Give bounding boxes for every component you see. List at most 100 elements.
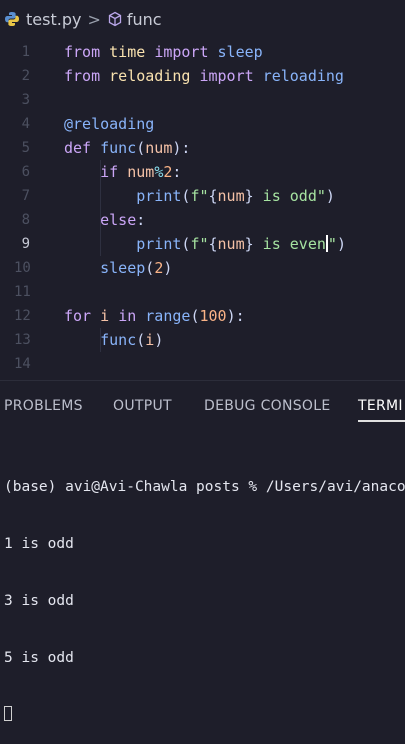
breadcrumb: test.py > func <box>0 0 405 38</box>
line-number: 13 <box>14 332 31 348</box>
code-text: from time import sleep <box>64 40 263 64</box>
breadcrumb-symbol[interactable]: func <box>127 10 162 29</box>
code-token: sleep <box>100 259 146 277</box>
code-text: if num%2: <box>64 160 181 184</box>
breadcrumb-file[interactable]: test.py <box>26 10 81 29</box>
code-line[interactable]: 7 print(f"{num} is odd") <box>0 184 405 208</box>
code-token: : <box>136 211 146 229</box>
code-token: func <box>100 331 137 349</box>
line-number: 6 <box>21 164 30 180</box>
line-number: 2 <box>21 68 30 84</box>
code-token: ): <box>172 139 191 157</box>
tab-output[interactable]: OUTPUT <box>113 398 172 414</box>
code-token: f" <box>190 235 209 253</box>
code-token: is odd" <box>253 187 326 205</box>
code-line[interactable]: 3 <box>0 88 405 112</box>
code-token: ( <box>136 331 146 349</box>
code-token: for <box>64 307 92 325</box>
code-token: : <box>172 163 182 181</box>
panel-tabs: PROBLEMS OUTPUT DEBUG CONSOLE TERMI <box>0 392 405 422</box>
code-token: reloading <box>262 67 344 85</box>
code-token: if <box>100 163 119 181</box>
code-token: i <box>100 307 110 325</box>
code-line[interactable]: 9 print(f"{num} is even ") <box>0 232 405 256</box>
code-line[interactable]: 6 if num%2: <box>0 160 405 184</box>
code-line[interactable]: 13 func(i) <box>0 328 405 352</box>
line-number: 11 <box>14 284 31 300</box>
code-token: % <box>154 163 164 181</box>
line-number: 9 <box>21 236 30 252</box>
code-editor[interactable]: 1 from time import sleep 2 from reloading i… <box>0 40 405 372</box>
code-text: print(f"{num} is even ") <box>64 232 346 256</box>
code-token: time <box>109 43 146 61</box>
terminal[interactable]: (base) avi@Avi-Chawla posts % /Users/avi… <box>4 440 405 744</box>
code-token: sleep <box>217 43 263 61</box>
code-token: num <box>127 163 155 181</box>
code-token: num <box>145 139 173 157</box>
code-token: func <box>100 139 137 157</box>
code-line[interactable]: 8 else: <box>0 208 405 232</box>
code-token: print <box>136 187 182 205</box>
line-number: 3 <box>21 92 30 108</box>
line-number: 4 <box>21 116 30 132</box>
code-token: ) <box>336 235 346 253</box>
code-token: range <box>145 307 191 325</box>
code-text: for i in range(100): <box>64 304 245 328</box>
code-token: ) <box>163 259 173 277</box>
code-token: ( <box>136 139 146 157</box>
code-line[interactable]: 1 from time import sleep <box>0 40 405 64</box>
terminal-output-line: 3 is odd <box>4 593 74 609</box>
line-number: 12 <box>14 308 31 324</box>
code-text: print(f"{num} is odd") <box>64 184 335 208</box>
line-number: 7 <box>21 188 30 204</box>
code-token: def <box>64 139 92 157</box>
code-token: in <box>118 307 137 325</box>
code-token: ( <box>145 259 155 277</box>
code-line[interactable]: 5 def func(num): <box>0 136 405 160</box>
code-token: ) <box>154 331 164 349</box>
code-token: print <box>136 235 182 253</box>
code-token: @reloading <box>64 115 155 133</box>
code-token: ): <box>226 307 245 325</box>
code-text: else: <box>64 208 145 232</box>
terminal-output-line: 1 is odd <box>4 536 74 552</box>
symbol-cube-icon <box>108 11 121 27</box>
code-line[interactable]: 4 @reloading <box>0 112 405 136</box>
tab-terminal[interactable]: TERMI <box>358 398 403 414</box>
code-text: @reloading <box>64 112 154 136</box>
code-line[interactable]: 2 from reloading import reloading <box>0 64 405 88</box>
code-token: { <box>208 187 218 205</box>
code-token: is even <box>253 235 326 253</box>
code-token: } <box>244 187 254 205</box>
code-token: 100 <box>199 307 227 325</box>
code-line[interactable]: 10 sleep(2) <box>0 256 405 280</box>
code-text: func(i) <box>64 328 163 352</box>
code-token: ) <box>325 187 335 205</box>
code-line[interactable]: 11 <box>0 280 405 304</box>
tab-problems[interactable]: PROBLEMS <box>4 398 83 414</box>
code-text: from reloading import reloading <box>64 64 344 88</box>
code-token: { <box>208 235 218 253</box>
code-token: from <box>64 43 101 61</box>
code-line[interactable]: 12 for i in range(100): <box>0 304 405 328</box>
line-number: 14 <box>14 356 31 372</box>
code-token: reloading <box>109 67 191 85</box>
python-file-icon <box>5 12 19 26</box>
code-line[interactable]: 14 <box>0 352 405 376</box>
code-token: 2 <box>154 259 164 277</box>
tab-debug-console[interactable]: DEBUG CONSOLE <box>204 398 331 414</box>
